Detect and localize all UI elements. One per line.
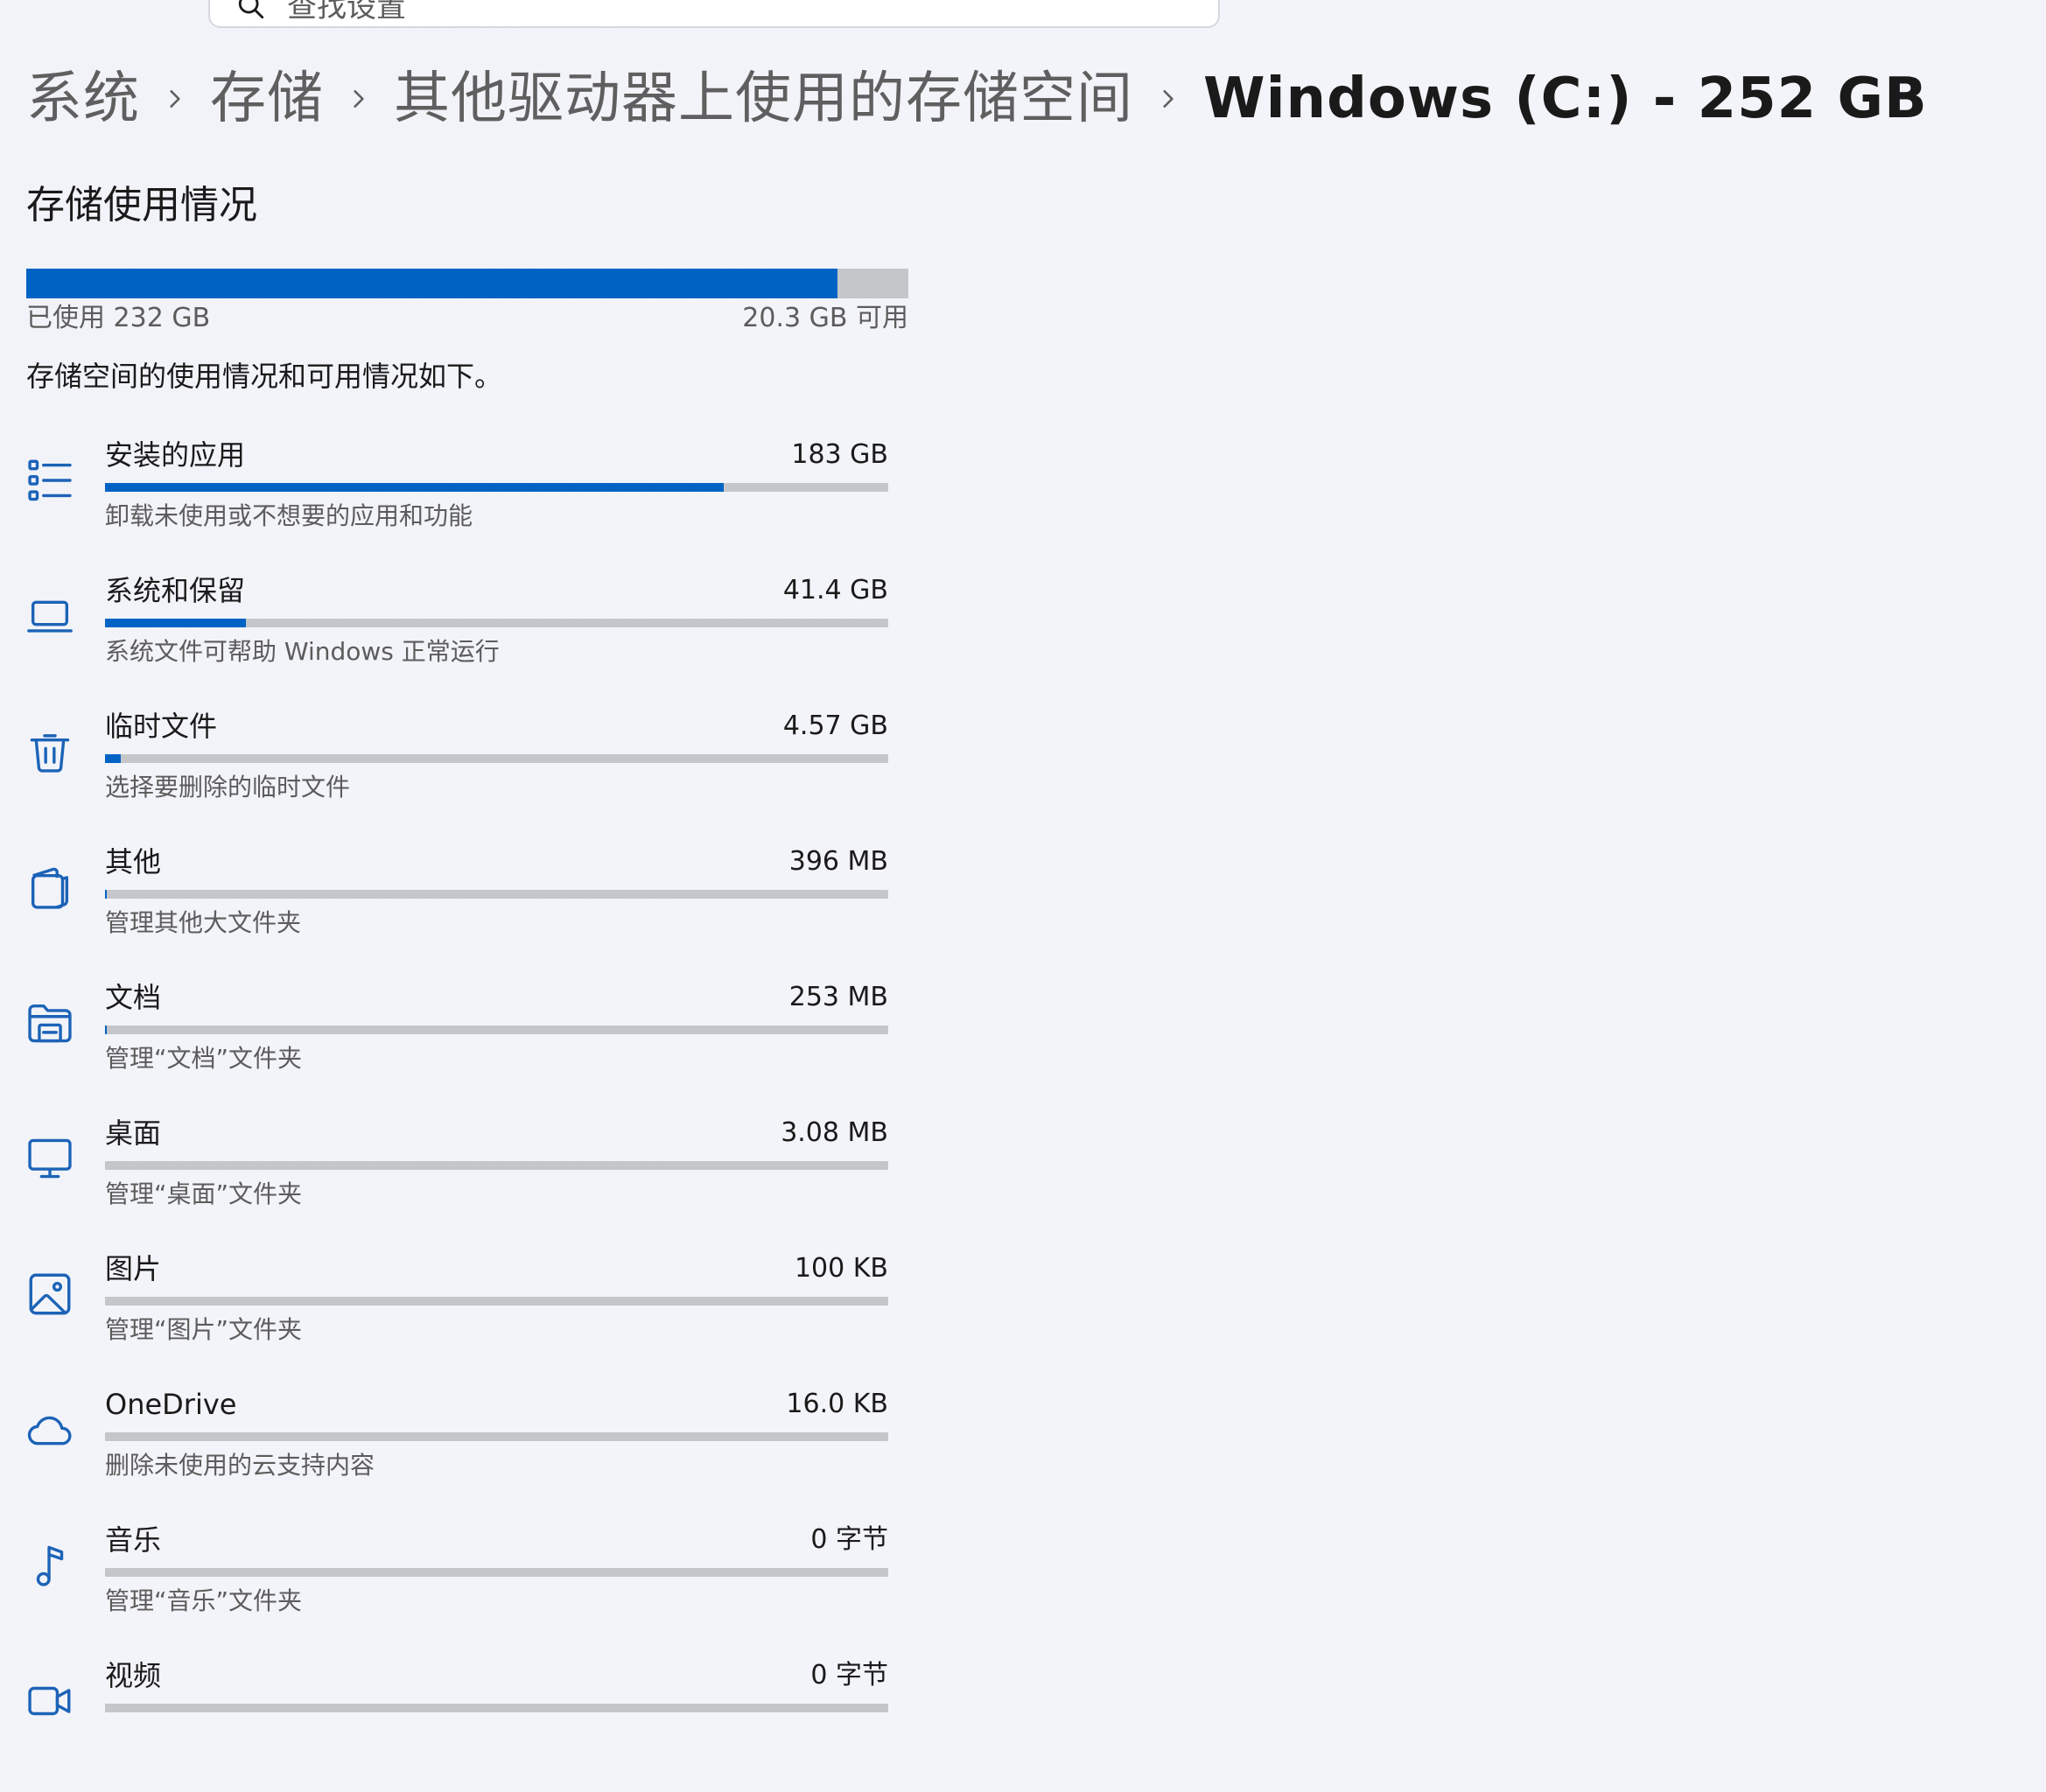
category-usage-bar: [105, 1026, 888, 1034]
category-row-desktop[interactable]: 桌面 3.08 MB 管理“桌面”文件夹: [0, 1114, 910, 1250]
overall-usage-fill: [26, 269, 838, 298]
breadcrumb-item-storage[interactable]: 存储: [210, 60, 324, 138]
video-camera-icon: [25, 1676, 75, 1726]
chevron-right-icon: [1133, 60, 1203, 138]
category-row-pictures[interactable]: 图片 100 KB 管理“图片”文件夹: [0, 1250, 910, 1385]
category-row-music[interactable]: 音乐 0 字节 管理“音乐”文件夹: [0, 1521, 910, 1656]
category-size: 0 字节: [810, 1524, 888, 1555]
used-space-label: 已使用 232 GB: [26, 303, 211, 333]
category-size: 396 MB: [788, 846, 888, 877]
category-name: 桌面: [105, 1116, 162, 1150]
category-usage-bar: [105, 483, 888, 492]
section-title: 存储使用情况: [26, 183, 257, 228]
category-usage-bar: [105, 619, 888, 627]
category-size: 3.08 MB: [781, 1117, 888, 1148]
category-usage-fill: [105, 483, 725, 492]
category-usage-bar: [105, 1568, 888, 1577]
breadcrumb-item-system[interactable]: 系统: [26, 60, 140, 138]
category-subtitle: 管理“桌面”文件夹: [105, 1180, 303, 1208]
free-space-label: 20.3 GB 可用: [742, 303, 908, 333]
search-icon: [238, 0, 264, 19]
category-size: 16.0 KB: [786, 1389, 888, 1419]
chevron-right-icon: [324, 60, 394, 138]
category-name: 其他: [105, 845, 162, 878]
category-subtitle: 卸载未使用或不想要的应用和功能: [105, 501, 473, 530]
category-name: OneDrive: [105, 1388, 237, 1421]
category-name: 音乐: [105, 1523, 162, 1557]
page-title: Windows (C:) - 252 GB: [1203, 66, 1928, 131]
category-size: 183 GB: [791, 439, 888, 470]
category-name: 图片: [105, 1252, 162, 1285]
category-subtitle: 删除未使用的云支持内容: [105, 1451, 375, 1480]
category-usage-bar: [105, 1297, 888, 1306]
category-row-temp-files[interactable]: 临时文件 4.57 GB 选择要删除的临时文件: [0, 707, 910, 843]
chevron-right-icon: [140, 60, 210, 138]
category-subtitle: 管理“文档”文件夹: [105, 1044, 303, 1073]
category-usage-fill: [105, 754, 121, 763]
category-row-other[interactable]: 其他 396 MB 管理其他大文件夹: [0, 843, 910, 978]
category-subtitle: 管理其他大文件夹: [105, 908, 302, 937]
category-usage-bar: [105, 1704, 888, 1712]
category-usage-fill: [105, 890, 108, 899]
category-subtitle: 选择要删除的临时文件: [105, 773, 351, 802]
category-usage-bar: [105, 1432, 888, 1441]
category-row-videos[interactable]: 视频 0 字节: [0, 1656, 910, 1792]
category-subtitle: 管理“音乐”文件夹: [105, 1586, 303, 1615]
category-subtitle: 系统文件可帮助 Windows 正常运行: [105, 637, 500, 666]
overall-usage-bar: [26, 269, 908, 298]
category-name: 临时文件: [105, 710, 218, 743]
category-usage-fill: [105, 1026, 108, 1034]
category-row-system-reserved[interactable]: 系统和保留 41.4 GB 系统文件可帮助 Windows 正常运行: [0, 571, 910, 707]
image-icon: [25, 1269, 75, 1320]
category-usage-bar: [105, 754, 888, 763]
breadcrumb-item-other-drives[interactable]: 其他驱动器上使用的存储空间: [394, 60, 1133, 138]
breadcrumb: 系统 存储 其他驱动器上使用的存储空间 Windows (C:) - 252 G…: [26, 60, 1928, 138]
category-row-apps[interactable]: 安装的应用 183 GB 卸载未使用或不想要的应用和功能: [0, 436, 910, 571]
folder-documents-icon: [25, 998, 75, 1048]
category-name: 安装的应用: [105, 438, 246, 472]
trash-icon: [25, 726, 75, 777]
storage-description: 存储空间的使用情况和可用情况如下。: [26, 360, 503, 393]
category-size: 253 MB: [788, 982, 888, 1012]
category-usage-bar: [105, 890, 888, 899]
category-name: 视频: [105, 1659, 162, 1692]
cloud-icon: [25, 1404, 75, 1455]
category-size: 100 KB: [794, 1253, 888, 1284]
category-usage-bar: [105, 1161, 888, 1170]
search-input[interactable]: 查找设置: [287, 0, 406, 24]
category-row-documents[interactable]: 文档 253 MB 管理“文档”文件夹: [0, 978, 910, 1114]
search-box[interactable]: 查找设置: [208, 0, 1220, 28]
category-row-onedrive[interactable]: OneDrive 16.0 KB 删除未使用的云支持内容: [0, 1385, 910, 1521]
category-size: 41.4 GB: [782, 575, 888, 606]
category-name: 系统和保留: [105, 574, 246, 607]
laptop-icon: [25, 591, 75, 641]
apps-list-icon: [25, 455, 75, 506]
category-size: 4.57 GB: [782, 710, 888, 741]
category-subtitle: 管理“图片”文件夹: [105, 1315, 303, 1344]
category-name: 文档: [105, 981, 162, 1014]
monitor-icon: [25, 1133, 75, 1184]
category-size: 0 字节: [810, 1660, 888, 1690]
music-note-icon: [25, 1540, 75, 1591]
document-stack-icon: [25, 862, 75, 913]
category-usage-fill: [105, 619, 247, 627]
